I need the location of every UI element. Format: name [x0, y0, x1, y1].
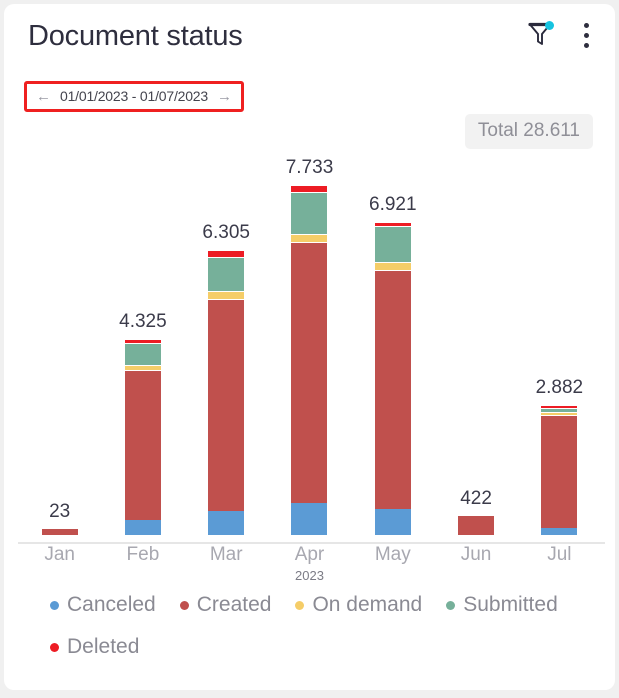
bar-segment-created[interactable]	[208, 299, 245, 512]
filter-funnel-icon[interactable]	[527, 20, 554, 50]
bar-segment-canceled[interactable]	[208, 511, 245, 535]
chart-bar-apr[interactable]: 7.733	[268, 144, 351, 535]
chart-bar-jul[interactable]: 2.882	[518, 144, 601, 535]
date-range-selector[interactable]: ← 01/01/2023 - 01/07/2023 →	[24, 81, 244, 112]
bar-value-label: 7.733	[285, 157, 334, 178]
date-range-prev-icon[interactable]: ←	[36, 89, 51, 104]
bar-value-label: 23	[49, 501, 71, 522]
bar-value-label: 4.325	[119, 311, 167, 333]
x-axis-tick-label: Jun	[460, 544, 492, 565]
x-axis-tick-label: May	[374, 544, 411, 565]
stacked-bar[interactable]	[208, 249, 245, 535]
legend-color-swatch-icon	[50, 600, 59, 610]
x-axis-tick-label: Feb	[126, 544, 160, 565]
legend-item-on-demand[interactable]: On demand	[295, 586, 422, 624]
bar-segment-created[interactable]	[541, 415, 578, 528]
x-axis-tick-mar: Mar	[185, 544, 268, 566]
legend-item-label: On demand	[312, 593, 423, 616]
bar-segment-on-demand[interactable]	[374, 262, 411, 271]
x-axis-tick-jun: Jun	[434, 544, 517, 566]
legend-item-label: Deleted	[67, 635, 140, 658]
bar-value-label: 6.921	[369, 193, 417, 215]
stacked-bar[interactable]	[458, 515, 495, 535]
header-actions	[527, 20, 597, 50]
x-axis-tick-label: Jan	[44, 544, 75, 565]
x-axis-tick-may: May	[351, 544, 434, 566]
legend-item-label: Submitted	[463, 593, 558, 616]
bar-segment-submitted[interactable]	[124, 343, 161, 365]
legend-item-deleted[interactable]: Deleted	[50, 628, 139, 666]
bar-segment-created[interactable]	[124, 369, 161, 521]
x-axis-year-label: 2023	[295, 568, 324, 583]
x-axis-tick-jul: Jul	[518, 544, 601, 566]
legend-color-swatch-icon	[50, 642, 59, 652]
bar-segment-canceled[interactable]	[541, 527, 578, 535]
x-axis-tick-label: Apr	[294, 544, 325, 565]
card-header: Document status	[4, 4, 615, 74]
legend-item-created[interactable]: Created	[179, 586, 272, 624]
chart-legend: Canceled Created On demand Submitted Deleted	[50, 586, 590, 666]
kebab-menu-icon[interactable]	[575, 20, 597, 50]
legend-item-submitted[interactable]: Submitted	[446, 586, 558, 624]
legend-color-swatch-icon	[446, 600, 456, 610]
bar-segment-created[interactable]	[41, 529, 78, 535]
chart-bar-mar[interactable]: 6.305	[185, 144, 268, 535]
stacked-bar[interactable]	[541, 404, 578, 535]
legend-item-canceled[interactable]: Canceled	[50, 586, 156, 624]
chart-plot-area: 23 4.325 6.305 7.733 6.921 422 2.882	[18, 144, 601, 537]
legend-item-label: Created	[196, 593, 272, 616]
stacked-bar[interactable]	[41, 529, 78, 535]
bar-segment-created[interactable]	[458, 515, 495, 535]
document-status-card: Document status ← 01/01/2023 - 01/07/202…	[4, 4, 615, 690]
chart-x-axis: Jan Feb Mar Apr 2023 May Jun Jul	[4, 544, 615, 590]
bar-value-label: 6.305	[202, 221, 250, 243]
x-axis-tick-apr: Apr 2023	[268, 544, 351, 583]
x-axis-tick-label: Jul	[547, 544, 572, 565]
bar-segment-deleted[interactable]	[291, 185, 328, 192]
bar-segment-created[interactable]	[291, 242, 328, 504]
stacked-bar[interactable]	[124, 339, 161, 535]
bar-segment-submitted[interactable]	[291, 191, 328, 235]
chart-bar-feb[interactable]: 4.325	[101, 144, 184, 535]
filter-active-badge-icon	[545, 21, 554, 30]
bar-segment-on-demand[interactable]	[291, 234, 328, 243]
page-title: Document status	[28, 20, 243, 52]
chart-bar-jun[interactable]: 422	[434, 144, 517, 535]
chart-bar-jan[interactable]: 23	[18, 144, 101, 535]
bar-segment-deleted[interactable]	[208, 249, 245, 257]
bar-segment-created[interactable]	[374, 270, 411, 510]
stacked-bar[interactable]	[374, 221, 411, 535]
x-axis-tick-feb: Feb	[101, 544, 184, 566]
bar-segment-canceled[interactable]	[374, 509, 411, 535]
document-status-chart: 23 4.325 6.305 7.733 6.921 422 2.882	[4, 144, 615, 544]
bar-value-label: 422	[460, 487, 492, 509]
legend-color-swatch-icon	[179, 600, 189, 610]
x-axis-tick-jan: Jan	[18, 544, 101, 566]
date-range-next-icon[interactable]: →	[217, 89, 232, 104]
bar-value-label: 2.882	[535, 376, 584, 398]
kebab-dot	[583, 42, 589, 48]
bar-segment-on-demand[interactable]	[208, 291, 245, 300]
x-axis-tick-label: Mar	[209, 544, 243, 565]
date-range-label: 01/01/2023 - 01/07/2023	[60, 88, 208, 104]
stacked-bar[interactable]	[291, 185, 328, 535]
legend-color-swatch-icon	[295, 600, 305, 610]
bar-segment-submitted[interactable]	[208, 256, 245, 292]
bar-segment-submitted[interactable]	[374, 225, 411, 263]
kebab-dot	[583, 32, 589, 38]
kebab-dot	[583, 22, 589, 28]
legend-item-label: Canceled	[67, 593, 156, 616]
chart-bar-may[interactable]: 6.921	[351, 144, 434, 535]
bar-segment-canceled[interactable]	[291, 503, 328, 535]
bar-segment-canceled[interactable]	[124, 520, 161, 535]
